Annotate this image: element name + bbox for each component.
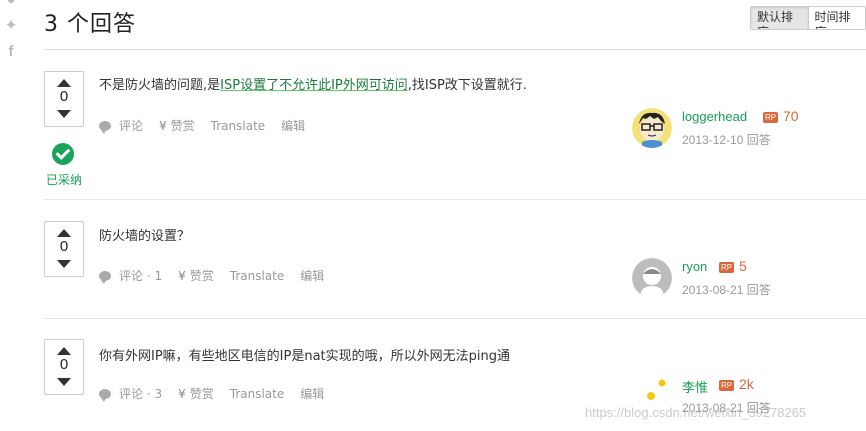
- reward-button[interactable]: ¥ 赞赏: [178, 385, 214, 402]
- reward-button[interactable]: ¥ 赞赏: [178, 267, 214, 284]
- vote-count: 0: [59, 88, 69, 105]
- answer-divider: [44, 199, 866, 200]
- author-name[interactable]: ryon: [682, 259, 707, 274]
- vote-count: 0: [59, 238, 69, 255]
- comment-label: 评论 · 3: [119, 387, 163, 401]
- comment-button[interactable]: 评论 · 1: [99, 267, 162, 284]
- reward-button[interactable]: ¥ 赞赏: [159, 117, 195, 134]
- sort-default-button[interactable]: 默认排序: [751, 7, 809, 29]
- weibo-icon[interactable]: ●: [3, 0, 19, 8]
- answer-actions: 评论 · 3 ¥ 赞赏 Translate 编辑: [99, 385, 340, 402]
- twitter-icon[interactable]: ✦: [3, 18, 19, 34]
- reward-label: 赞赏: [189, 269, 214, 283]
- answer-actions: 评论 · 1 ¥ 赞赏 Translate 编辑: [99, 267, 340, 284]
- yen-icon: ¥: [159, 118, 167, 133]
- translate-button[interactable]: Translate: [230, 387, 285, 401]
- sort-time-button[interactable]: 时间排序: [808, 7, 865, 29]
- rp-badge: RP: [719, 380, 735, 391]
- edit-button[interactable]: 编辑: [300, 385, 324, 402]
- translate-button[interactable]: Translate: [211, 119, 266, 133]
- vote-down-icon[interactable]: [57, 378, 71, 386]
- comment-label: 评论: [119, 119, 144, 133]
- vote-down-icon[interactable]: [57, 110, 71, 118]
- rp-badge: RP: [719, 262, 735, 273]
- vote-up-icon[interactable]: [57, 79, 71, 87]
- answer-body: 防火墙的设置？: [99, 229, 191, 244]
- answers-count-title: 3 个回答: [44, 12, 136, 37]
- answer-date: 2013-12-10 回答: [682, 133, 771, 147]
- answer-body: 不是防火墙的问题,是ISP设置了不允许此IP外网可访问,找ISP改下设置就行.: [99, 74, 527, 93]
- vote-widget: 0: [44, 221, 84, 277]
- answer-divider: [44, 318, 866, 319]
- reputation-value: 5: [739, 258, 747, 274]
- answer-body: 你有外网IP嘛，有些地区电信的IP是nat实现的哦，所以外网无法ping通: [99, 349, 511, 364]
- edit-button[interactable]: 编辑: [300, 267, 324, 284]
- comment-icon: [99, 388, 111, 402]
- reputation-value: 2k: [739, 376, 754, 392]
- reward-label: 赞赏: [189, 387, 214, 401]
- vote-up-icon[interactable]: [57, 347, 71, 355]
- author-name[interactable]: 李惟: [682, 377, 708, 396]
- yen-icon: ¥: [178, 386, 186, 401]
- accepted-check-icon: [52, 143, 74, 165]
- accepted-label: 已采纳: [45, 173, 82, 187]
- vote-up-icon[interactable]: [57, 229, 71, 237]
- header-divider: [44, 49, 866, 50]
- answer-text: 不是防火墙的问题,是: [99, 78, 221, 93]
- comment-icon: [99, 270, 111, 284]
- vote-count: 0: [59, 356, 69, 373]
- translate-button[interactable]: Translate: [230, 269, 285, 283]
- comment-label: 评论 · 1: [119, 269, 163, 283]
- rp-badge: RP: [763, 112, 779, 123]
- avatar[interactable]: [632, 108, 672, 148]
- watermark-text: https://blog.csdn.net/weixin_39278265: [585, 405, 807, 420]
- avatar[interactable]: [632, 258, 672, 298]
- comment-button[interactable]: 评论 · 3: [99, 385, 162, 402]
- comment-button[interactable]: 评论: [99, 117, 143, 134]
- reward-label: 赞赏: [170, 119, 195, 133]
- edit-button[interactable]: 编辑: [281, 117, 305, 134]
- comment-icon: [99, 120, 111, 134]
- author-name[interactable]: loggerhead: [682, 109, 747, 124]
- vote-widget: 0: [44, 339, 84, 395]
- answer-link[interactable]: ISP设置了不允许此IP外网可访问: [220, 78, 408, 93]
- answer-date: 2013-08-21 回答: [682, 283, 771, 297]
- answer-actions: 评论 ¥ 赞赏 Translate 编辑: [99, 117, 321, 134]
- facebook-icon[interactable]: f: [3, 44, 19, 60]
- sort-toggle: 默认排序 时间排序: [750, 6, 866, 30]
- yen-icon: ¥: [178, 268, 186, 283]
- answer-text: ,找ISP改下设置就行.: [407, 78, 527, 93]
- vote-down-icon[interactable]: [57, 260, 71, 268]
- reputation-value: 70: [783, 108, 799, 124]
- vote-widget: 0: [44, 71, 84, 127]
